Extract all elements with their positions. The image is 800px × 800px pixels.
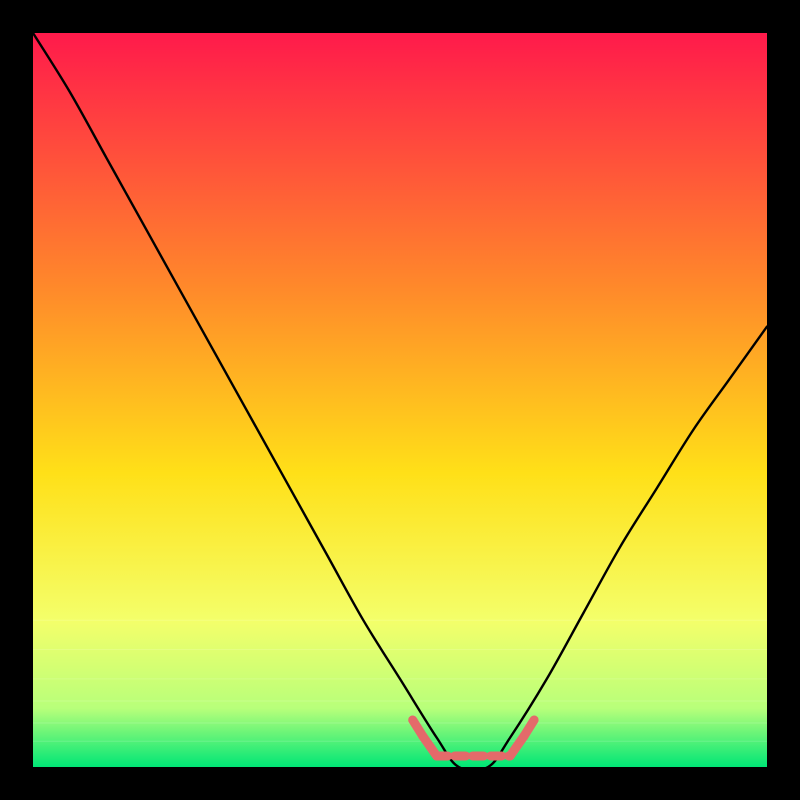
- bottleneck-plot: [0, 0, 800, 800]
- figure-root: TheBottleneck.com: [0, 0, 800, 800]
- plot-area: [33, 33, 767, 767]
